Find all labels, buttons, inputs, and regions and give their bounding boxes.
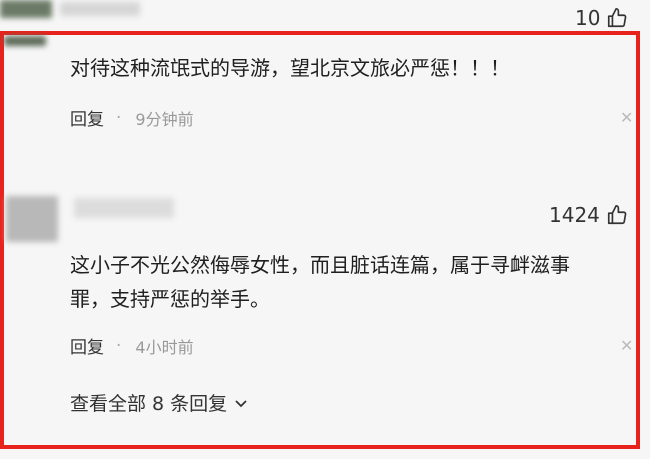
view-all-label: 查看全部 8 条回复 (70, 393, 228, 415)
comment-meta: 回复 · 9分钟前 (70, 105, 194, 131)
close-icon[interactable]: ✕ (620, 108, 633, 127)
comment-meta: 回复 · 4小时前 (70, 333, 194, 359)
thumbs-up-icon (608, 8, 627, 28)
chevron-down-icon (235, 399, 247, 407)
reply-button[interactable]: 回复 (70, 333, 104, 358)
avatar (6, 196, 58, 242)
separator: · (116, 335, 122, 356)
comment-text: 这小子不光公然侮辱女性，而且脏话连篇，属于寻衅滋事 罪，支持严惩的举手。 (70, 248, 570, 316)
highlight-frame (0, 31, 640, 449)
comment-text-line: 这小子不光公然侮辱女性，而且脏话连篇，属于寻衅滋事 (70, 253, 570, 277)
view-all-replies-button[interactable]: 查看全部 8 条回复 (70, 389, 249, 416)
avatar (4, 36, 46, 46)
close-icon[interactable]: ✕ (620, 336, 633, 355)
comment-text: 对待这种流氓式的导游，望北京文旅必严惩！！！ (70, 56, 510, 80)
like-button[interactable]: 10 (575, 6, 628, 30)
like-button[interactable]: 1424 (549, 203, 628, 227)
thumbs-up-icon (607, 205, 627, 225)
username (74, 198, 174, 218)
timestamp: 4小时前 (135, 337, 194, 357)
timestamp: 9分钟前 (135, 109, 194, 129)
reply-button[interactable]: 回复 (70, 105, 104, 130)
separator: · (116, 107, 122, 128)
username (60, 2, 140, 16)
avatar (0, 0, 52, 18)
like-count: 10 (575, 6, 601, 30)
like-count: 1424 (549, 203, 600, 227)
comment-text-line: 罪，支持严惩的举手。 (70, 287, 270, 311)
